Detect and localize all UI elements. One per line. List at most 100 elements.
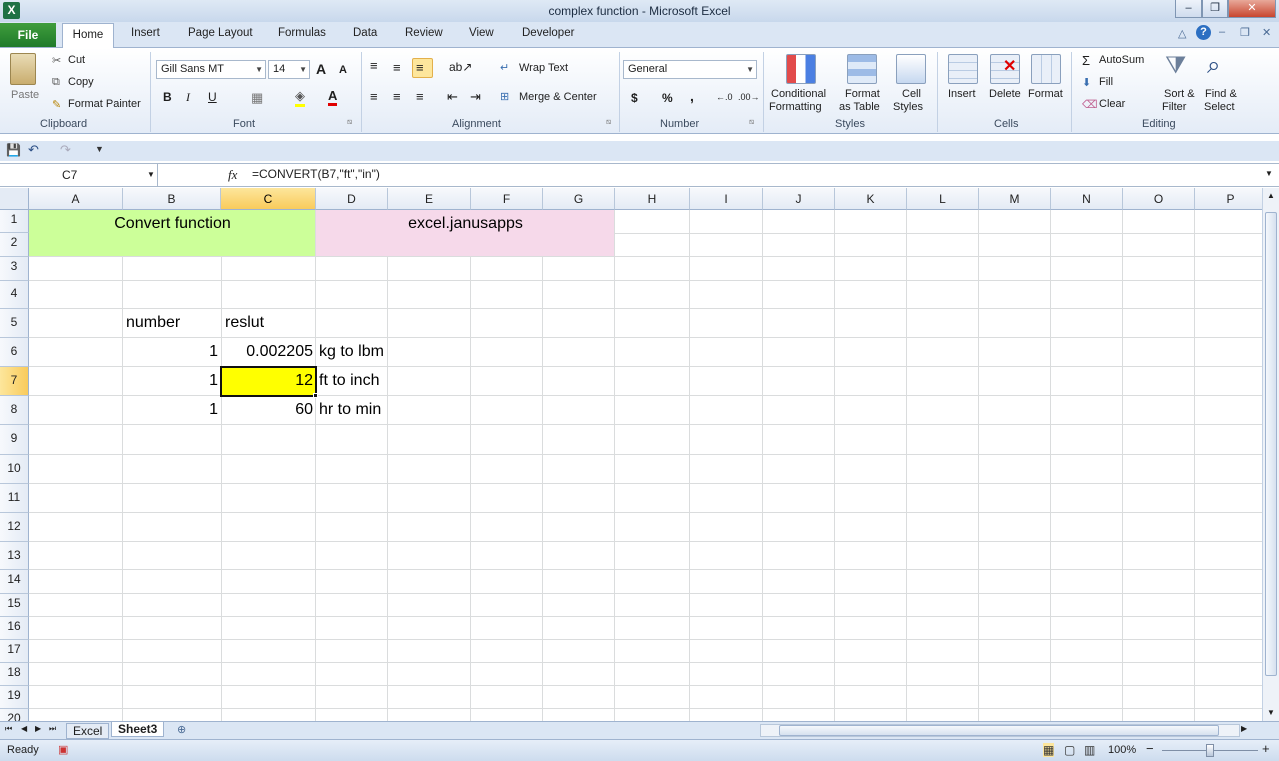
number-format-select[interactable]: General ▼ (623, 60, 757, 79)
row-header-17[interactable]: 17 (0, 640, 29, 663)
currency-button[interactable]: $ (631, 91, 638, 105)
sheet-tab-sheet3[interactable]: Sheet3 (111, 722, 165, 737)
col-header-h[interactable]: H (615, 188, 690, 210)
insert-cells-button[interactable]: Insert (948, 88, 976, 100)
row-header-15[interactable]: 15 (0, 594, 29, 617)
spreadsheet-grid[interactable]: A B C D E F G H I J K L M N O P 1 2 3 4 … (0, 188, 1262, 721)
row-header-19[interactable]: 19 (0, 686, 29, 709)
row-header-13[interactable]: 13 (0, 542, 29, 570)
cell-b5[interactable]: number (126, 314, 180, 332)
sort-filter-icon[interactable]: ⧩ (1165, 52, 1186, 80)
maximize-button[interactable]: ❐ (1202, 0, 1228, 18)
col-header-p[interactable]: P (1195, 188, 1262, 210)
sort-filter-button[interactable]: Sort & (1164, 88, 1195, 100)
row-header-14[interactable]: 14 (0, 570, 29, 594)
sheet-tab-excel[interactable]: Excel (66, 723, 110, 739)
tab-file[interactable]: File (0, 23, 56, 47)
col-header-a[interactable]: A (29, 188, 123, 210)
tab-data[interactable]: Data (353, 27, 377, 39)
doc-minimize-icon[interactable]: – (1219, 26, 1225, 38)
col-header-d[interactable]: D (316, 188, 388, 210)
tab-page-layout[interactable]: Page Layout (188, 27, 253, 39)
autosum-button[interactable]: AutoSum (1099, 54, 1144, 66)
col-header-k[interactable]: K (835, 188, 907, 210)
row-header-5[interactable]: 5 (0, 309, 29, 338)
comma-button[interactable]: , (690, 88, 694, 104)
row-header-1[interactable]: 1 (0, 210, 29, 233)
find-select-icon[interactable]: ⌕ (1207, 52, 1220, 80)
cell-styles-button[interactable]: Cell (902, 88, 921, 100)
format-cells-icon[interactable] (1031, 54, 1061, 84)
format-as-table-button[interactable]: Format (845, 88, 880, 100)
paste-icon[interactable] (10, 53, 36, 85)
ribbon-minimize-icon[interactable]: △ (1178, 27, 1186, 40)
name-box[interactable]: C7 (0, 164, 158, 186)
format-as-table-button-line2[interactable]: as Table (839, 101, 880, 113)
row-header-16[interactable]: 16 (0, 617, 29, 640)
col-header-b[interactable]: B (123, 188, 221, 210)
col-header-g[interactable]: G (543, 188, 615, 210)
row-header-2[interactable]: 2 (0, 233, 29, 257)
name-box-dropdown-icon[interactable]: ▼ (147, 170, 155, 179)
font-dialog-launcher-icon[interactable]: ⧅ (347, 117, 352, 127)
zoom-out-button[interactable]: − (1146, 741, 1154, 756)
tab-formulas[interactable]: Formulas (278, 27, 326, 39)
wrap-text-button[interactable]: Wrap Text (519, 62, 568, 74)
insert-cells-icon[interactable] (948, 54, 978, 84)
page-break-view-icon[interactable]: ▥ (1084, 743, 1095, 757)
sort-filter-button-line2[interactable]: Filter (1162, 101, 1186, 113)
decrease-indent-icon[interactable]: ⇤ (447, 89, 458, 105)
doc-restore-icon[interactable]: ❐ (1240, 26, 1250, 39)
scroll-up-icon[interactable]: ▲ (1267, 191, 1275, 200)
fill-handle[interactable] (313, 393, 318, 398)
close-button[interactable]: ✕ (1228, 0, 1276, 18)
cell-b6[interactable]: 1 (123, 343, 218, 361)
increase-indent-icon[interactable]: ⇥ (470, 89, 481, 105)
find-select-button[interactable]: Find & (1205, 88, 1237, 100)
row-header-7[interactable]: 7 (0, 367, 29, 396)
scroll-right-icon[interactable]: ▶ (1241, 724, 1247, 733)
doc-close-icon[interactable]: ✕ (1262, 26, 1271, 39)
first-sheet-icon[interactable]: ⏮ (5, 724, 12, 734)
format-cells-button[interactable]: Format (1028, 88, 1063, 100)
page-layout-view-icon[interactable]: ▢ (1064, 743, 1075, 757)
paste-button[interactable]: Paste (11, 89, 39, 101)
underline-button[interactable]: U (208, 90, 217, 104)
font-name-select[interactable]: Gill Sans MT ▼ (156, 60, 266, 79)
conditional-formatting-button[interactable]: Conditional (771, 88, 826, 100)
cell-styles-button-line2[interactable]: Styles (893, 101, 923, 113)
tab-developer[interactable]: Developer (522, 27, 574, 39)
customize-qat-icon[interactable]: ▼ (95, 144, 104, 154)
fill-button[interactable]: Fill (1099, 76, 1113, 88)
zoom-in-button[interactable]: + (1262, 741, 1270, 756)
cell-styles-icon[interactable] (896, 54, 926, 84)
cell-c5[interactable]: reslut (225, 314, 264, 332)
prev-sheet-icon[interactable]: ◀ (21, 724, 27, 733)
shrink-font-button[interactable]: A (339, 64, 347, 76)
align-center-icon[interactable]: ≡ (393, 89, 401, 104)
find-select-button-line2[interactable]: Select (1204, 101, 1235, 113)
row-header-4[interactable]: 4 (0, 281, 29, 309)
col-header-o[interactable]: O (1123, 188, 1195, 210)
number-dialog-launcher-icon[interactable]: ⧅ (749, 117, 754, 127)
formula-input[interactable]: =CONVERT(B7,"ft","in") (252, 167, 380, 181)
align-right-icon[interactable]: ≡ (416, 89, 424, 104)
col-header-c[interactable]: C (221, 188, 316, 210)
conditional-formatting-button-line2[interactable]: Formatting (769, 101, 822, 113)
col-header-i[interactable]: I (690, 188, 763, 210)
conditional-formatting-icon[interactable] (786, 54, 816, 84)
vertical-scrollbar[interactable]: ▲ ▼ (1262, 188, 1279, 721)
borders-icon[interactable]: ▦ (251, 90, 263, 106)
font-color-button[interactable]: A (328, 88, 338, 106)
normal-view-icon[interactable]: ▦ (1043, 743, 1055, 757)
font-size-select[interactable]: 14 ▼ (268, 60, 310, 79)
cell-b1[interactable]: Convert function (29, 215, 316, 233)
cell-d1[interactable]: excel.janusapps (316, 215, 615, 233)
scroll-thumb[interactable] (1265, 212, 1277, 676)
align-left-icon[interactable]: ≡ (370, 89, 378, 104)
bold-button[interactable]: B (163, 90, 172, 104)
tab-review[interactable]: Review (405, 27, 443, 39)
next-sheet-icon[interactable]: ▶ (35, 724, 41, 733)
delete-cells-button[interactable]: Delete (989, 88, 1021, 100)
row-header-6[interactable]: 6 (0, 338, 29, 367)
